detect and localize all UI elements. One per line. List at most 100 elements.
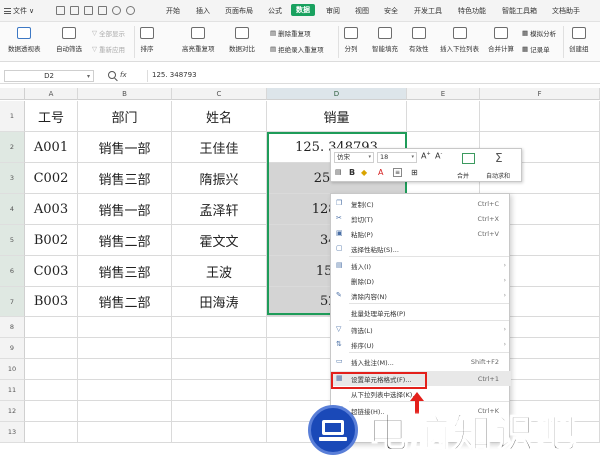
column-header[interactable]: C — [172, 88, 267, 100]
row-header[interactable]: 10 — [0, 359, 25, 380]
row-header[interactable]: 4 — [0, 194, 25, 225]
fill-color-icon[interactable]: ◆ — [361, 168, 367, 177]
delete-duplicates-button[interactable]: ▤ 删除重复项 — [270, 28, 311, 38]
tab-formula[interactable]: 公式 — [268, 6, 282, 16]
font-color-icon[interactable]: A — [378, 168, 383, 177]
context-menu-item[interactable]: ✎ 清除内容(N) › — [331, 288, 511, 303]
row-header[interactable]: 12 — [0, 401, 25, 422]
tab-doc-assistant[interactable]: 文档助手 — [552, 6, 580, 16]
table-cell[interactable]: A001 — [25, 132, 78, 163]
undo-icon[interactable] — [112, 6, 121, 15]
tab-smart-toolbox[interactable]: 智能工具箱 — [502, 6, 537, 16]
context-menu-item[interactable]: ⇅ 排序(U) › — [331, 337, 511, 352]
table-cell[interactable]: 部门 — [78, 101, 172, 132]
table-cell[interactable] — [78, 422, 172, 443]
context-menu-item[interactable]: ▣ 粘贴(P) Ctrl+V — [331, 226, 511, 241]
tab-home[interactable]: 开始 — [166, 6, 180, 16]
border-icon[interactable]: ⊞ — [411, 168, 418, 177]
tab-security[interactable]: 安全 — [384, 6, 398, 16]
table-cell[interactable]: C002 — [25, 163, 78, 194]
record-sheet-button[interactable]: ▦ 记录单 — [522, 44, 550, 54]
zoom-icon[interactable] — [108, 71, 116, 79]
table-cell[interactable] — [480, 101, 600, 132]
sum-icon[interactable]: Σ — [495, 151, 503, 165]
column-header[interactable]: A — [25, 88, 78, 100]
table-cell[interactable] — [172, 380, 267, 401]
table-cell[interactable] — [407, 101, 480, 132]
context-menu-item[interactable]: ▤ 插入(I) › — [331, 258, 511, 273]
align-center-icon[interactable]: ≡ — [393, 168, 403, 177]
redo-icon[interactable] — [126, 6, 135, 15]
split-column-button[interactable]: 分列 — [344, 27, 358, 53]
pivot-table-button[interactable]: 数据透视表 — [8, 27, 41, 53]
tab-data[interactable]: 数据 — [291, 4, 315, 16]
font-select[interactable]: 仿宋 ▾ — [334, 152, 374, 163]
formula-input[interactable]: 125. 348793 — [152, 71, 197, 79]
table-cell[interactable]: 销售一部 — [78, 194, 172, 225]
name-box[interactable]: D2 ▾ — [4, 70, 94, 82]
table-cell[interactable] — [78, 338, 172, 359]
table-cell[interactable]: 霍文文 — [172, 225, 267, 256]
preview-icon[interactable] — [98, 6, 107, 15]
tab-view[interactable]: 视图 — [355, 6, 369, 16]
reapply-button[interactable]: ▽ 重新应用 — [92, 44, 125, 54]
table-cell[interactable]: B002 — [25, 225, 78, 256]
validity-button[interactable]: 有效性 — [409, 27, 429, 53]
font-size-select[interactable]: 18 ▾ — [377, 152, 417, 163]
table-cell[interactable]: 销量 — [267, 101, 407, 132]
row-header[interactable]: 5 — [0, 225, 25, 256]
context-menu-item[interactable]: ❐ 复制(C) Ctrl+C — [331, 196, 511, 211]
data-compare-button[interactable]: 数据对比 — [229, 27, 255, 53]
table-cell[interactable] — [25, 317, 78, 338]
simulate-analysis-button[interactable]: ▦ 模拟分析 — [522, 28, 556, 38]
table-cell[interactable]: 隋振兴 — [172, 163, 267, 194]
row-header[interactable]: 3 — [0, 163, 25, 194]
sort-button[interactable]: 排序 — [140, 27, 154, 53]
table-cell[interactable] — [78, 359, 172, 380]
tab-review[interactable]: 审阅 — [326, 6, 340, 16]
row-header[interactable]: 9 — [0, 338, 25, 359]
table-cell[interactable]: 王佳佳 — [172, 132, 267, 163]
merge-cells-icon[interactable] — [462, 153, 475, 164]
table-cell[interactable] — [172, 338, 267, 359]
merge-calc-button[interactable]: 合并计算 — [488, 27, 514, 53]
table-cell[interactable]: 工号 — [25, 101, 78, 132]
show-all-button[interactable]: ▽ 全部显示 — [92, 28, 125, 38]
context-menu-item[interactable]: 批量处理单元格(P) — [331, 305, 511, 320]
table-cell[interactable] — [25, 380, 78, 401]
table-cell[interactable]: 田海涛 — [172, 287, 267, 317]
table-cell[interactable] — [172, 359, 267, 380]
row-header[interactable]: 8 — [0, 317, 25, 338]
row-header[interactable]: 2 — [0, 132, 25, 163]
save-icon[interactable] — [56, 6, 65, 15]
column-header[interactable]: B — [78, 88, 172, 100]
format-painter-icon[interactable]: ▤ — [335, 168, 342, 176]
column-header[interactable]: E — [407, 88, 480, 100]
table-cell[interactable]: 孟泽轩 — [172, 194, 267, 225]
table-cell[interactable]: 销售三部 — [78, 256, 172, 287]
bold-button[interactable]: B — [349, 168, 355, 177]
tab-insert[interactable]: 插入 — [196, 6, 210, 16]
fx-label[interactable]: fx — [120, 71, 127, 79]
table-cell[interactable]: 姓名 — [172, 101, 267, 132]
column-header[interactable]: F — [480, 88, 600, 100]
reject-duplicates-button[interactable]: ▤ 拒绝录入重复项 — [270, 44, 324, 54]
table-cell[interactable] — [78, 317, 172, 338]
table-cell[interactable] — [25, 422, 78, 443]
table-cell[interactable] — [25, 338, 78, 359]
table-cell[interactable] — [172, 401, 267, 422]
context-menu-item[interactable]: ▽ 筛选(L) › — [331, 322, 511, 337]
table-cell[interactable] — [25, 359, 78, 380]
table-cell[interactable]: 销售三部 — [78, 163, 172, 194]
table-cell[interactable]: 销售一部 — [78, 132, 172, 163]
highlight-duplicates-button[interactable]: 高亮重复项 — [182, 27, 215, 53]
table-cell[interactable]: A003 — [25, 194, 78, 225]
column-header[interactable]: D — [267, 88, 407, 100]
table-cell[interactable] — [78, 380, 172, 401]
table-cell[interactable]: 销售二部 — [78, 287, 172, 317]
tab-dev-tools[interactable]: 开发工具 — [414, 6, 442, 16]
tab-features[interactable]: 特色功能 — [458, 6, 486, 16]
row-header[interactable]: 13 — [0, 422, 25, 443]
table-cell[interactable] — [25, 401, 78, 422]
open-icon[interactable] — [70, 6, 79, 15]
